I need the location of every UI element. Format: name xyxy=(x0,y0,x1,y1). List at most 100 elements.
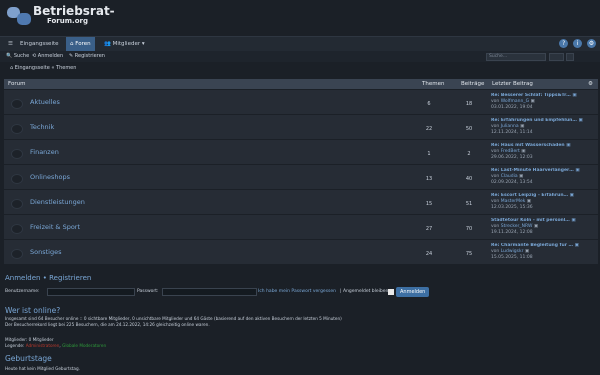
site-logo-icon[interactable] xyxy=(7,5,31,29)
gear-icon[interactable]: ⚙ xyxy=(587,39,596,48)
col-posts: Beiträge xyxy=(461,81,485,87)
forum-row[interactable]: Aktuelles 6 18 Re: Besserer Schlaf: Tipps&T… xyxy=(4,90,598,115)
search-button[interactable] xyxy=(549,53,564,61)
legend-admin[interactable]: Administratoren xyxy=(26,343,60,348)
last-post-user[interactable]: Ludwigskr xyxy=(501,249,524,254)
view-latest-icon[interactable]: ▣ xyxy=(521,149,525,154)
last-post-user[interactable]: Claudia xyxy=(501,174,518,179)
forum-posts-count: 51 xyxy=(465,201,473,207)
who-online-title: Wer ist online? xyxy=(5,306,61,315)
stay-logged-in-checkbox[interactable] xyxy=(388,289,394,295)
forgot-password-link[interactable]: Ich habe mein Passwort vergessen xyxy=(258,289,336,294)
stay-logged-in-label: Angemeldet bleiben xyxy=(343,289,389,294)
last-post: Re: Last-Minute Haarverlänger… ▣ von Clau… xyxy=(491,168,596,186)
forum-title[interactable]: Technik xyxy=(30,123,54,131)
username-field[interactable] xyxy=(47,288,135,296)
last-post: Re: Besserer Schlaf: Tipps&Tr… ▣ von Wolf… xyxy=(491,93,596,111)
forum-row[interactable]: Freizeit & Sport 27 70 Städtetour Köln - mi… xyxy=(4,215,598,240)
last-post-date: 02.09.2024, 13:54 xyxy=(491,180,533,185)
forum-row[interactable]: Finanzen 1 2 Re: Haus mit Wasserschaden ▣ vo… xyxy=(4,140,598,165)
forum-posts-count: 75 xyxy=(465,251,473,257)
login-link[interactable]: ⟲ Anmelden xyxy=(32,51,63,62)
col-topics: Themen xyxy=(422,81,445,87)
last-post: Städtetour Köln - mit persönl… ▣ von Stre… xyxy=(491,218,596,236)
forum-status-icon xyxy=(11,249,23,259)
last-post: Re: Escort Leipzig - Erfahrun… ▣ von Mast… xyxy=(491,193,596,211)
sub-navbar: 🔍 Suche ⟲ Anmelden ✎ Registrieren Suche… xyxy=(0,51,600,62)
forum-status-icon xyxy=(11,99,23,109)
who-legend: Mitglieder: 0 Mitglieder Legende: Admini… xyxy=(5,337,107,348)
site-header: Betriebsrat- Forum.org xyxy=(0,0,600,36)
last-post-user[interactable]: Strecker_NRW xyxy=(501,224,533,229)
forum-posts-count: 40 xyxy=(465,176,473,182)
password-field[interactable] xyxy=(162,288,257,296)
search-link[interactable]: 🔍 Suche xyxy=(6,51,29,62)
forum-posts-count: 18 xyxy=(465,101,473,107)
last-post: Re: Charmante Begleitung für … ▣ von Ludw… xyxy=(491,243,596,261)
goto-post-icon[interactable]: ▣ xyxy=(578,118,582,123)
table-header: Forum Themen Beiträge Letzter Beitrag ⚙ xyxy=(4,79,598,89)
menu-icon[interactable]: ☰ xyxy=(4,37,17,52)
nav-forums[interactable]: ⌂ Foren xyxy=(66,37,95,52)
last-post-user[interactable]: FredBert xyxy=(501,149,520,154)
goto-post-icon[interactable]: ▣ xyxy=(566,143,570,148)
last-post-date: 03.01.2022, 19:04 xyxy=(491,105,533,110)
forum-row[interactable]: Technik 22 50 Re: Erfahrungen und Empfehlun… xyxy=(4,115,598,140)
view-latest-icon[interactable]: ▣ xyxy=(531,99,535,104)
forum-title[interactable]: Aktuelles xyxy=(30,98,60,106)
site-logo-text[interactable]: Betriebsrat- Forum.org xyxy=(33,5,115,26)
forum-title[interactable]: Finanzen xyxy=(30,148,59,156)
view-latest-icon[interactable]: ▣ xyxy=(520,124,524,129)
forum-row[interactable]: Dienstleistungen 15 51 Re: Escort Leipzig -… xyxy=(4,190,598,215)
goto-post-icon[interactable]: ▣ xyxy=(575,168,579,173)
breadcrumb[interactable]: ⌂ Eingangsseite « Themen xyxy=(10,64,76,72)
forum-row[interactable]: Onlineshops 13 40 Re: Last-Minute Haarverlä… xyxy=(4,165,598,190)
last-post-user[interactable]: MasterMek xyxy=(501,199,526,204)
col-forum: Forum xyxy=(8,81,26,87)
login-anchor[interactable]: Anmelden xyxy=(5,274,40,282)
forum-table: Forum Themen Beiträge Letzter Beitrag ⚙ … xyxy=(4,79,598,265)
advanced-search-icon[interactable] xyxy=(566,53,574,61)
search-input[interactable]: Suche… xyxy=(486,53,546,61)
last-post-date: 12.03.2025, 15:36 xyxy=(491,205,533,210)
legend-mod[interactable]: Globale Moderatoren xyxy=(62,343,106,348)
birthdays-text: Heute hat kein Mitglied Geburtstag. xyxy=(5,366,80,371)
view-latest-icon[interactable]: ▣ xyxy=(527,199,531,204)
forum-posts-count: 50 xyxy=(465,126,473,132)
nav-right-icons: ? i ⚙ xyxy=(556,39,596,50)
view-latest-icon[interactable]: ▣ xyxy=(519,174,523,179)
birthdays-title: Geburtstage xyxy=(5,354,52,363)
login-submit-button[interactable]: Anmelden xyxy=(396,287,430,297)
last-post-date: 15.05.2025, 11:08 xyxy=(491,255,533,260)
help-icon[interactable]: ? xyxy=(559,39,569,48)
last-post-date: 19.11.2024, 12:08 xyxy=(491,230,533,235)
username-label: Benutzername: xyxy=(5,289,40,294)
goto-post-icon[interactable]: ▣ xyxy=(570,193,574,198)
forum-status-icon xyxy=(11,174,23,184)
col-last-post: Letzter Beitrag xyxy=(492,81,533,87)
goto-post-icon[interactable]: ▣ xyxy=(575,243,579,248)
last-post: Re: Haus mit Wasserschaden ▣ von FredBert… xyxy=(491,143,596,161)
nav-home[interactable]: Eingangsseite xyxy=(16,37,63,52)
view-latest-icon[interactable]: ▣ xyxy=(534,224,538,229)
goto-post-icon[interactable]: ▣ xyxy=(572,93,576,98)
password-label: Passwort: xyxy=(137,289,159,294)
nav-members[interactable]: 👥 Mitglieder ▾ xyxy=(100,37,149,52)
register-link[interactable]: ✎ Registrieren xyxy=(69,51,105,62)
forum-title[interactable]: Sonstiges xyxy=(30,248,61,256)
info-icon[interactable]: i xyxy=(573,39,583,48)
forum-status-icon xyxy=(11,224,23,234)
forum-title[interactable]: Freizeit & Sport xyxy=(30,223,80,231)
last-post-user[interactable]: Julianna xyxy=(501,124,519,129)
last-post-user[interactable]: Wolfmann_G xyxy=(501,99,529,104)
forum-title[interactable]: Dienstleistungen xyxy=(30,198,85,206)
view-latest-icon[interactable]: ▣ xyxy=(525,249,529,254)
register-anchor[interactable]: Registrieren xyxy=(49,274,91,282)
goto-post-icon[interactable]: ▣ xyxy=(571,218,575,223)
quick-login-form: Benutzername: Passwort: Ich habe mein Pa… xyxy=(5,287,599,298)
forum-row[interactable]: Sonstiges 24 75 Re: Charmante Begleitung fü… xyxy=(4,240,598,265)
forum-title[interactable]: Onlineshops xyxy=(30,173,70,181)
forum-posts-count: 2 xyxy=(467,151,471,157)
table-settings-icon[interactable]: ⚙ xyxy=(588,79,593,89)
last-post: Re: Erfahrungen und Empfehlun… ▣ von Juli… xyxy=(491,118,596,136)
